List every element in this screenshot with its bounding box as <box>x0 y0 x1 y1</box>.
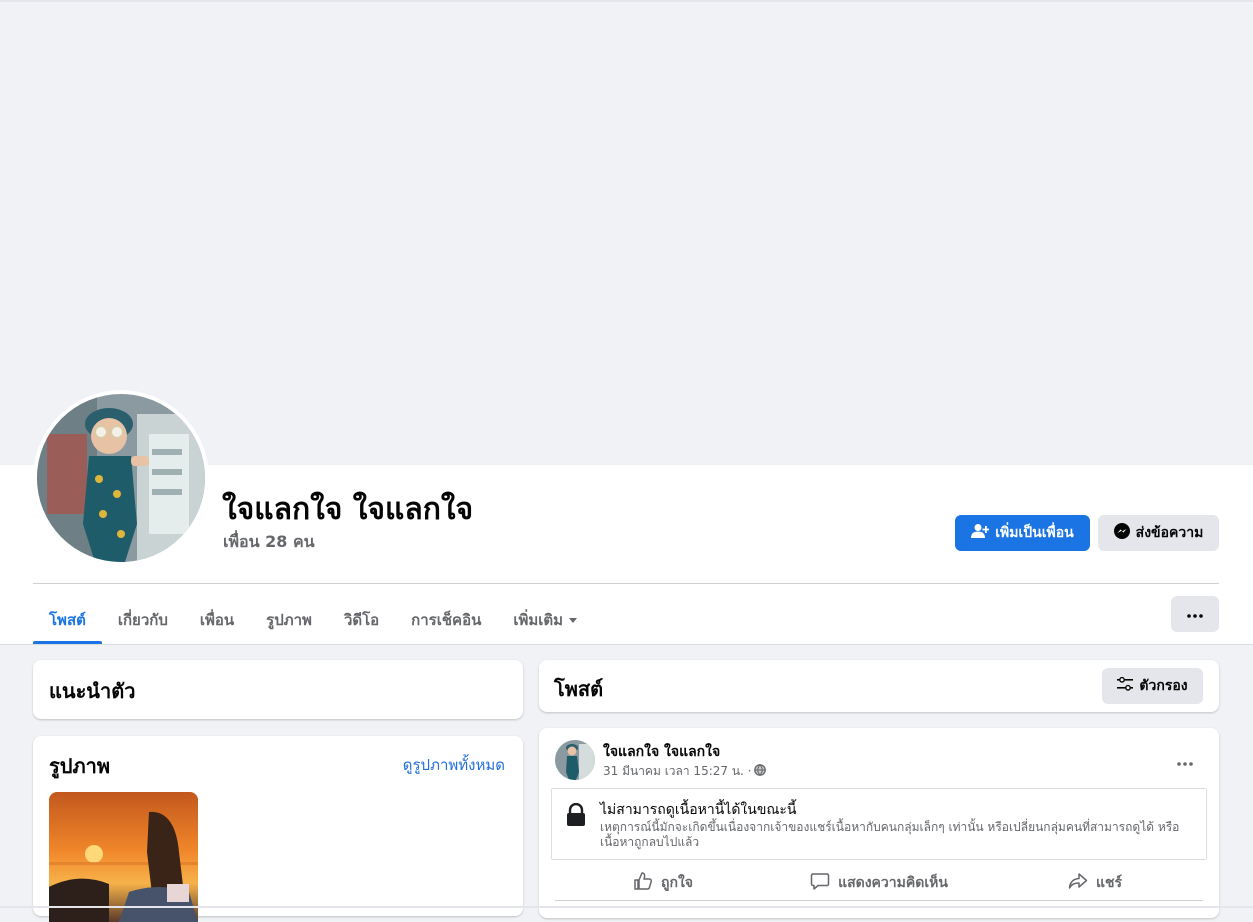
share-label: แชร์ <box>1095 875 1123 891</box>
header-bottom-border <box>0 644 1253 645</box>
filter-button[interactable]: ตัวกรอง <box>1102 668 1203 704</box>
tab-more[interactable]: เพิ่มเติม <box>497 596 593 644</box>
share-arrow-icon <box>1068 871 1088 895</box>
filter-sliders-icon <box>1117 676 1134 695</box>
post-options-button[interactable] <box>1167 742 1203 778</box>
profile-name: ใจแลกใจ ใจแลกใจ <box>222 492 474 527</box>
add-friend-icon <box>971 523 990 543</box>
notice-body: เหตุการณ์นี้มักจะเกิดขึ้นเนื่องจากเจ้าขอ… <box>600 820 1180 849</box>
tab-label: รูปภาพ <box>266 611 312 629</box>
profile-picture[interactable] <box>33 390 209 566</box>
intro-title: แนะนำตัว <box>49 679 136 703</box>
friends-count[interactable]: เพื่อน 28 คน <box>223 530 315 555</box>
share-button[interactable]: แชร์ <box>987 866 1203 900</box>
cover-photo[interactable] <box>2 3 1250 465</box>
tab-videos[interactable]: วิดีโอ <box>328 596 395 644</box>
like-button[interactable]: ถูกใจ <box>555 866 771 900</box>
more-dots-icon <box>1187 606 1203 622</box>
tab-label: โพสต์ <box>49 611 86 629</box>
tab-photos[interactable]: รูปภาพ <box>250 596 328 644</box>
more-options-button[interactable] <box>1171 596 1219 632</box>
tab-posts[interactable]: โพสต์ <box>33 596 102 644</box>
tab-checkins[interactable]: การเช็คอิน <box>395 596 497 644</box>
unavailable-content-notice: ไม่สามารถดูเนื้อหานี้ได้ในขณะนี้ เหตุการ… <box>551 788 1207 860</box>
window-top-border <box>0 0 1253 2</box>
caret-down-icon <box>569 617 578 623</box>
messenger-icon <box>1113 523 1130 543</box>
tab-label: เพิ่มเติม <box>513 611 564 629</box>
post-timestamp[interactable]: 31 มีนาคม เวลา 15:27 น. · <box>603 762 751 781</box>
posts-header-card: โพสต์ ตัวกรอง <box>539 660 1219 712</box>
post-author-avatar[interactable] <box>555 740 595 780</box>
photos-card: รูปภาพ ดูรูปภาพทั้งหมด <box>33 736 523 922</box>
like-label: ถูกใจ <box>661 875 693 891</box>
tab-label: การเช็คอิน <box>411 611 482 629</box>
post-meta: 31 มีนาคม เวลา 15:27 น. · <box>603 762 767 781</box>
comment-bubble-icon <box>810 871 830 895</box>
intro-card: แนะนำตัว <box>33 660 523 719</box>
filter-label: ตัวกรอง <box>1139 678 1188 694</box>
add-friend-label: เพิ่มเป็นเพื่อน <box>995 525 1074 541</box>
notice-title: ไม่สามารถดูเนื้อหานี้ได้ในขณะนี้ <box>600 802 797 818</box>
photos-title: รูปภาพ <box>49 754 111 778</box>
tab-about[interactable]: เกี่ยวกับ <box>102 596 184 644</box>
profile-tabs: โพสต์ เกี่ยวกับ เพื่อน รูปภาพ วิดีโอ การ… <box>33 596 593 644</box>
post-card: ใจแลกใจ ใจแลกใจ 31 มีนาคม เวลา 15:27 น. … <box>539 728 1219 918</box>
more-dots-icon <box>1177 751 1193 770</box>
post-author-name[interactable]: ใจแลกใจ ใจแลกใจ <box>603 741 720 763</box>
lock-icon <box>566 802 586 831</box>
see-all-photos-link[interactable]: ดูรูปภาพทั้งหมด <box>403 753 505 777</box>
thumbs-up-icon <box>633 871 653 895</box>
tab-label: วิดีโอ <box>343 611 380 629</box>
globe-icon <box>754 764 767 779</box>
add-friend-button[interactable]: เพิ่มเป็นเพื่อน <box>955 515 1090 551</box>
comment-button[interactable]: แสดงความคิดเห็น <box>771 866 987 900</box>
tab-label: เพื่อน <box>199 611 235 629</box>
tab-label: เกี่ยวกับ <box>117 611 168 629</box>
photo-thumbnail[interactable] <box>49 792 198 922</box>
comment-label: แสดงความคิดเห็น <box>838 875 948 891</box>
tab-friends[interactable]: เพื่อน <box>184 596 250 644</box>
header-divider <box>33 583 1219 584</box>
profile-picture-image <box>37 394 205 562</box>
post-actions: ถูกใจ แสดงความคิดเห็น แชร์ <box>555 866 1203 901</box>
posts-title: โพสต์ <box>554 677 604 701</box>
message-button[interactable]: ส่งข้อความ <box>1098 515 1219 551</box>
message-label: ส่งข้อความ <box>1135 525 1204 541</box>
